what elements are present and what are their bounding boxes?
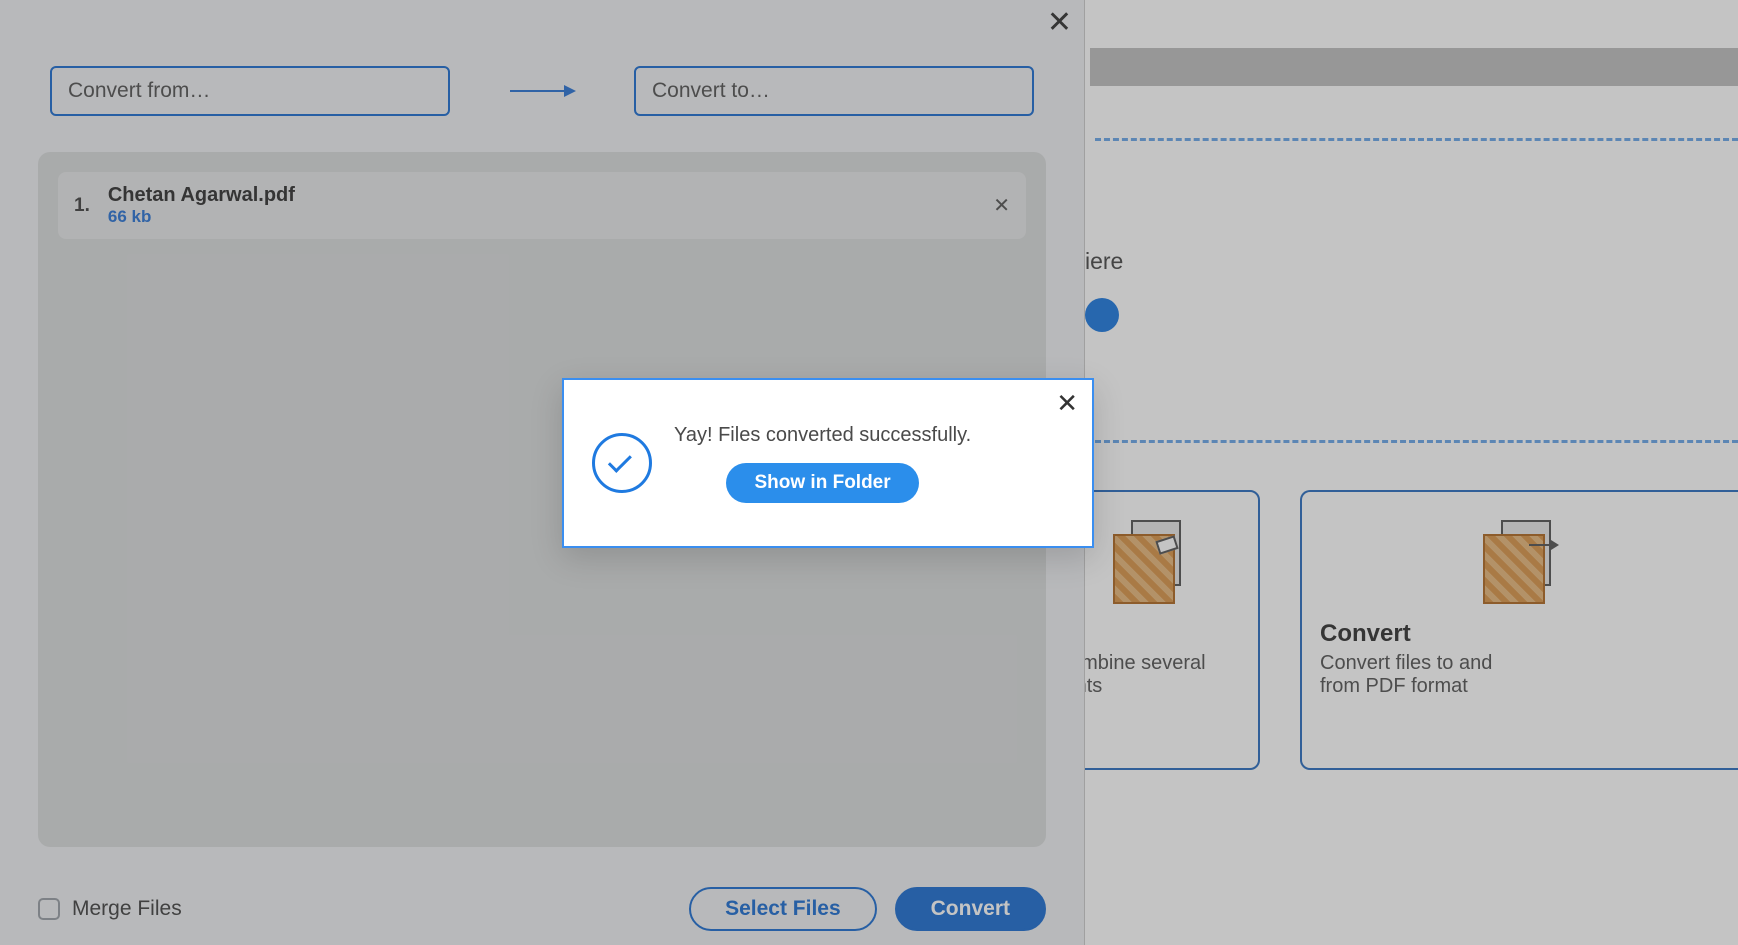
divider-dashed: [1095, 440, 1738, 443]
success-dialog: ✕ Yay! Files converted successfully. Sho…: [562, 378, 1094, 548]
merge-doc-icon: [1105, 520, 1195, 600]
file-size: 66 kb: [108, 207, 295, 227]
dialog-close-icon[interactable]: ✕: [1056, 390, 1078, 416]
convert-to-label: Convert to…: [652, 79, 770, 103]
file-name: Chetan Agarwal.pdf: [108, 184, 295, 207]
convert-from-label: Convert from…: [68, 79, 210, 103]
convert-to-select[interactable]: Convert to…: [634, 66, 1034, 116]
merge-files-checkbox[interactable]: [38, 898, 60, 920]
file-remove-icon[interactable]: ✕: [993, 193, 1010, 218]
merge-card-title-fragment: e: [1060, 620, 1240, 648]
show-in-folder-label: Show in Folder: [754, 472, 890, 493]
drop-area-border: [1095, 138, 1738, 358]
file-row: 1. Chetan Agarwal.pdf 66 kb ✕: [58, 172, 1026, 239]
convert-button[interactable]: Convert: [895, 887, 1046, 931]
drop-area-button-fragment[interactable]: [1085, 298, 1119, 332]
show-in-folder-button[interactable]: Show in Folder: [726, 463, 918, 503]
background-toolbar: [1090, 48, 1738, 86]
merge-card-line2: ients: [1060, 675, 1240, 698]
select-files-button[interactable]: Select Files: [689, 887, 877, 931]
file-meta: Chetan Agarwal.pdf 66 kb: [108, 184, 295, 227]
convert-card-line2: from PDF format: [1320, 675, 1720, 698]
dialog-message: Yay! Files converted successfully.: [674, 424, 971, 447]
file-index: 1.: [74, 195, 90, 217]
convert-card-title: Convert: [1320, 620, 1720, 648]
success-check-icon: [592, 433, 652, 493]
convert-from-select[interactable]: Convert from…: [50, 66, 450, 116]
tool-card-convert[interactable]: Convert Convert files to and from PDF fo…: [1300, 490, 1738, 770]
panel-bottom-row: Merge Files Select Files Convert: [38, 887, 1046, 931]
arrow-right-icon: [510, 90, 574, 92]
convert-card-line1: Convert files to and: [1320, 652, 1720, 675]
select-files-label: Select Files: [725, 897, 841, 921]
drop-area-text-fragment: iere: [1085, 248, 1123, 275]
format-row: Convert from… Convert to…: [50, 66, 1034, 116]
convert-doc-icon: [1475, 520, 1565, 600]
panel-close-icon[interactable]: ✕: [1047, 8, 1072, 38]
convert-button-label: Convert: [931, 897, 1010, 921]
merge-card-line1: combine several: [1060, 652, 1240, 675]
merge-files-label: Merge Files: [72, 897, 182, 921]
